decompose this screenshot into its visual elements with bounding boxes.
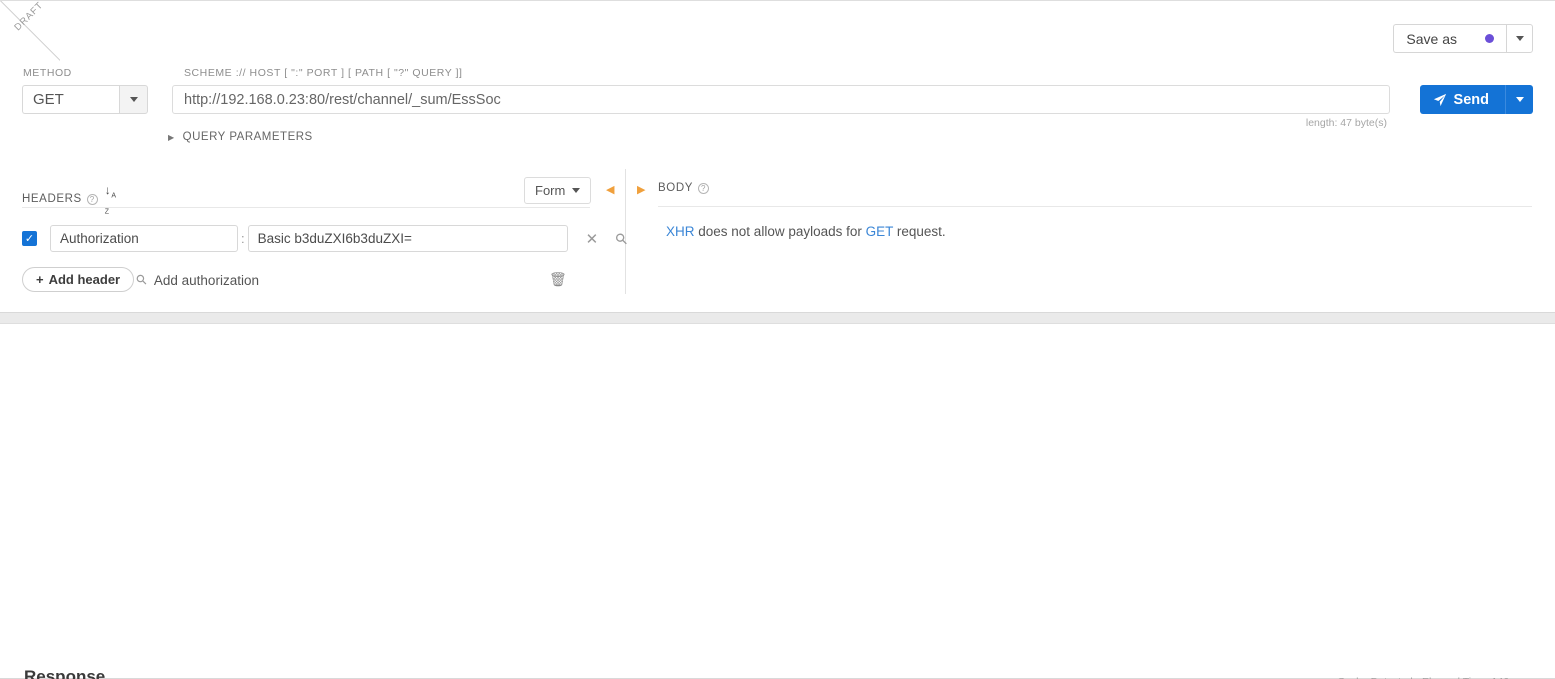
request-body-title: BODY (658, 182, 693, 194)
get-link[interactable]: GET (866, 224, 894, 239)
key-icon: ⚲ (132, 270, 151, 289)
key-icon[interactable]: ⚲ (611, 228, 632, 249)
query-parameters-label: QUERY PARAMETERS (182, 131, 313, 143)
add-header-button[interactable]: + Add header (22, 267, 135, 292)
send-dropdown-button[interactable] (1505, 85, 1533, 114)
save-as-dropdown-button[interactable] (1506, 24, 1533, 53)
header-colon: : (241, 231, 245, 246)
headers-format-value: Form (535, 183, 566, 198)
help-icon[interactable]: ? (698, 182, 709, 194)
remove-header-icon[interactable]: ✕ (586, 230, 599, 248)
add-authorization-button[interactable]: ⚲ Add authorization (133, 271, 259, 289)
chevron-down-icon (129, 97, 138, 102)
sort-az-icon[interactable]: ↓A Z (105, 183, 117, 216)
method-select[interactable]: GET (22, 85, 148, 114)
app-root: DRAFT Save as METHOD SCHEME :// HOST [ "… (0, 0, 1555, 679)
url-input[interactable] (172, 85, 1390, 114)
chevron-down-icon (1515, 36, 1524, 41)
url-length-hint: length: 47 byte(s) (1305, 117, 1387, 129)
send-group: Send (1419, 85, 1533, 114)
method-label: METHOD (23, 67, 72, 79)
draft-ribbon: DRAFT (0, 1, 60, 61)
request-body-title-row: BODY ? (658, 182, 709, 194)
request-headers-title-row: HEADERS ? ↓A Z (22, 183, 117, 216)
help-icon[interactable]: ? (86, 193, 98, 205)
draft-ribbon-label: DRAFT (12, 1, 46, 34)
triangle-right-icon: ▶ (168, 132, 175, 142)
request-body-divider (658, 206, 1532, 207)
send-plane-icon (1433, 93, 1446, 106)
header-enabled-checkbox[interactable]: ✓ (22, 231, 37, 246)
save-as-group: Save as (1393, 24, 1533, 53)
xhr-message-suffix: request. (893, 224, 946, 239)
response-title: Response (24, 667, 106, 679)
send-label: Send (1453, 91, 1489, 108)
add-header-label: Add header (48, 272, 121, 287)
xhr-message-mid: does not allow payloads for (694, 224, 866, 239)
response-panel: Response Cache Detected - Elapsed Time: … (0, 323, 1555, 679)
delete-all-headers-icon[interactable]: 🗑 (549, 271, 567, 288)
query-parameters-toggle[interactable]: ▶ QUERY PARAMETERS (168, 131, 313, 143)
chevron-down-icon (572, 188, 581, 193)
add-authorization-label: Add authorization (153, 272, 259, 288)
header-name-input[interactable] (50, 225, 238, 252)
request-headers-title: HEADERS (22, 193, 82, 206)
send-button[interactable]: Send (1419, 85, 1505, 114)
save-as-label: Save as (1406, 30, 1457, 47)
headers-format-select[interactable]: Form (524, 177, 592, 204)
draft-ribbon-line (0, 1, 60, 61)
header-value-input[interactable] (247, 225, 568, 252)
request-headers-divider (22, 207, 590, 208)
expand-request-body-button[interactable]: ▶ (637, 185, 645, 196)
xhr-link[interactable]: XHR (666, 224, 695, 239)
save-as-button[interactable]: Save as (1393, 24, 1506, 53)
url-label: SCHEME :// HOST [ ":" PORT ] [ PATH [ "?… (184, 67, 463, 79)
collapse-left-panel-button[interactable]: ◀ (606, 185, 614, 196)
request-panel: DRAFT Save as METHOD SCHEME :// HOST [ "… (0, 0, 1555, 313)
header-row: ✓ : ✕ ⚲ (22, 225, 632, 252)
plus-icon: + (36, 272, 44, 287)
chevron-down-icon (1515, 97, 1524, 102)
request-body-message: XHR does not allow payloads for GET requ… (666, 224, 946, 239)
unsaved-indicator-dot (1485, 34, 1494, 43)
method-dropdown-button[interactable] (119, 85, 148, 114)
method-value: GET (22, 85, 119, 114)
